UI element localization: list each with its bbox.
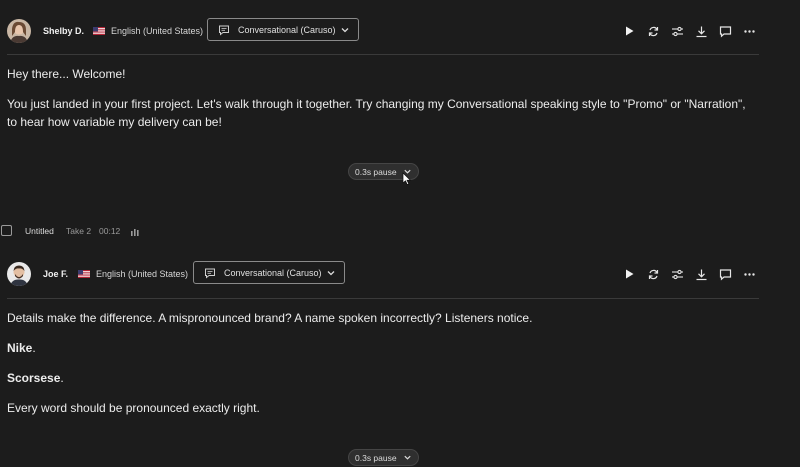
script-paragraph[interactable]: Hey there... Welcome! <box>7 65 767 83</box>
script-paragraph[interactable]: You just landed in your first project. L… <box>7 95 752 131</box>
punctuation: . <box>32 341 36 355</box>
chevron-down-icon <box>403 455 411 460</box>
repeat-icon[interactable] <box>646 267 660 281</box>
download-icon[interactable] <box>694 267 708 281</box>
comment-icon[interactable] <box>718 267 732 281</box>
take-duration: 00:12 <box>99 226 121 236</box>
block-1-header: Shelby D. English (United States) Conver… <box>0 14 760 48</box>
pause-chip[interactable]: 0.3s pause <box>348 449 419 466</box>
speaker-name[interactable]: Joe F. <box>43 269 68 279</box>
chevron-down-icon <box>327 270 335 275</box>
waveform-icon[interactable] <box>131 228 140 236</box>
avatar[interactable] <box>7 19 31 43</box>
more-icon[interactable] <box>742 24 756 38</box>
speech-bubble-icon <box>219 25 229 36</box>
sliders-icon[interactable] <box>670 267 684 281</box>
repeat-icon[interactable] <box>646 24 660 38</box>
take-row: Untitled Take 2 00:12 <box>0 223 200 239</box>
header-divider <box>7 298 759 299</box>
us-flag-icon <box>78 270 90 278</box>
sliders-icon[interactable] <box>670 24 684 38</box>
take-checkbox[interactable] <box>1 225 12 236</box>
language-label[interactable]: English (United States) <box>111 26 203 36</box>
script-paragraph[interactable]: Scorsese. <box>7 369 767 387</box>
speaking-style-dropdown[interactable]: Conversational (Caruso) <box>207 18 359 41</box>
pause-label: 0.3s pause <box>355 166 397 177</box>
cursor-icon <box>402 172 412 186</box>
pronunciation-word[interactable]: Nike <box>7 341 32 355</box>
play-icon[interactable] <box>622 267 636 281</box>
block-2-header: Joe F. English (United States) Conversat… <box>0 257 760 291</box>
take-number: Take 2 <box>66 226 92 236</box>
take-title[interactable]: Untitled <box>25 226 54 236</box>
speech-bubble-icon <box>205 268 215 279</box>
speaker-name[interactable]: Shelby D. <box>43 26 84 36</box>
pause-label: 0.3s pause <box>355 452 397 463</box>
punctuation: . <box>60 371 64 385</box>
play-icon[interactable] <box>622 24 636 38</box>
download-icon[interactable] <box>694 24 708 38</box>
speaking-style-label: Conversational (Caruso) <box>224 267 322 278</box>
script-paragraph[interactable]: Every word should be pronounced exactly … <box>7 399 767 417</box>
language-label[interactable]: English (United States) <box>96 269 188 279</box>
chevron-down-icon <box>341 27 349 32</box>
script-paragraph[interactable]: Details make the difference. A mispronou… <box>7 309 767 327</box>
avatar[interactable] <box>7 262 31 286</box>
us-flag-icon <box>93 27 105 35</box>
header-divider <box>7 54 759 55</box>
pronunciation-word[interactable]: Scorsese <box>7 371 60 385</box>
speaking-style-label: Conversational (Caruso) <box>238 24 336 35</box>
more-icon[interactable] <box>742 267 756 281</box>
script-paragraph[interactable]: Nike. <box>7 339 767 357</box>
comment-icon[interactable] <box>718 24 732 38</box>
speaking-style-dropdown[interactable]: Conversational (Caruso) <box>193 261 345 284</box>
